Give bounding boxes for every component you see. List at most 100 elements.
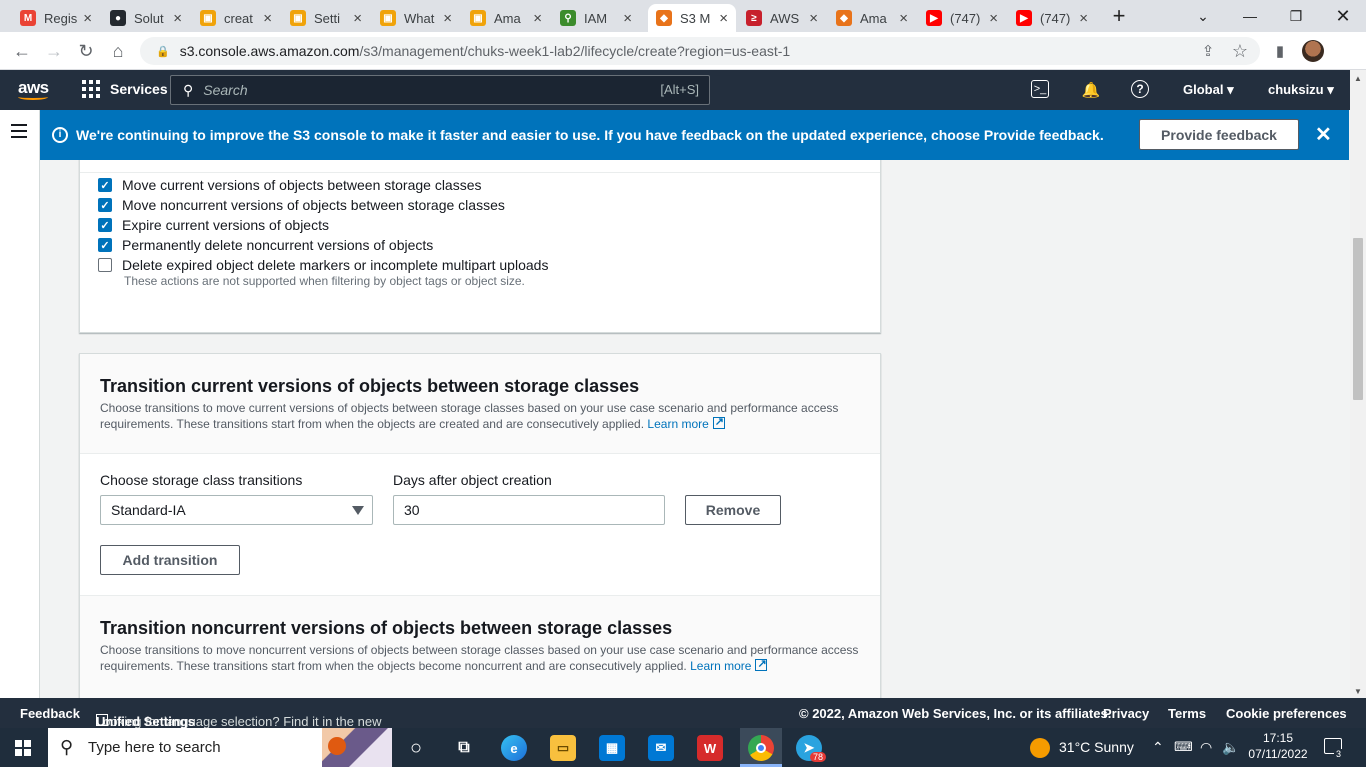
checkbox-unchecked[interactable]	[98, 258, 112, 272]
tab-close-icon[interactable]: ×	[623, 10, 632, 27]
browser-tab[interactable]: ▣ creat ×	[192, 4, 280, 32]
remove-transition-button[interactable]: Remove	[685, 495, 781, 525]
mail-icon[interactable]: ✉	[648, 735, 674, 761]
tab-close-icon[interactable]: ×	[533, 10, 542, 27]
task-view-icon[interactable]: ⧉	[451, 735, 477, 761]
tab-close-icon[interactable]: ×	[719, 10, 728, 27]
account-menu[interactable]: chuksizu ▾	[1268, 82, 1334, 98]
telegram-badge: 78	[810, 752, 827, 762]
scrollbar-thumb[interactable]	[1353, 238, 1363, 400]
tab-close-icon[interactable]: ×	[989, 10, 998, 27]
aws-logo[interactable]: aws	[18, 78, 49, 100]
storage-class-select[interactable]: Standard-IA	[100, 495, 373, 525]
browser-tab[interactable]: M Regis ×	[12, 4, 100, 32]
back-icon[interactable]: ←	[10, 39, 34, 63]
region-selector[interactable]: Global ▾	[1183, 82, 1234, 98]
page-scrollbar[interactable]: ▲ ▼	[1350, 70, 1366, 698]
tab-close-icon[interactable]: ×	[899, 10, 908, 27]
footer-privacy-link[interactable]: Privacy	[1103, 706, 1149, 721]
weather-text[interactable]: 31°C Sunny	[1059, 739, 1134, 755]
banner-link[interactable]: Provide feedback	[984, 127, 1100, 143]
unified-settings-link[interactable]: Unified Settings	[96, 714, 195, 729]
taskbar-search-input[interactable]: ⚲ Type here to search	[48, 728, 392, 767]
share-icon[interactable]: ⇪	[1196, 39, 1220, 63]
home-icon[interactable]: ⌂	[106, 39, 130, 63]
rule-action-checkbox-row[interactable]: Delete expired object delete markers or …	[98, 257, 548, 273]
banner-close-icon[interactable]: ✕	[1315, 125, 1332, 145]
scroll-down-arrow-icon[interactable]: ▼	[1354, 687, 1362, 696]
browser-tab[interactable]: ⚲ IAM ×	[552, 4, 640, 32]
edge-icon[interactable]: e	[501, 735, 527, 761]
profile-avatar[interactable]	[1302, 40, 1324, 62]
checkbox-checked[interactable]: ✓	[98, 218, 112, 232]
side-panel-icon[interactable]: ▮	[1268, 39, 1292, 63]
network-icon[interactable]: ◠	[1200, 739, 1212, 756]
browser-tab[interactable]: ▶ (747) ×	[918, 4, 1006, 32]
rule-action-checkbox-row[interactable]: ✓ Move current versions of objects betwee…	[98, 177, 482, 193]
transition-noncurrent-learn-more-link[interactable]: Learn more	[690, 656, 768, 673]
console-search-input[interactable]: ⚲ Search [Alt+S]	[170, 75, 710, 105]
windows-start-icon[interactable]	[15, 740, 31, 756]
cloudshell-icon[interactable]: >_	[1031, 80, 1049, 98]
add-transition-button[interactable]: Add transition	[100, 545, 240, 575]
wps-office-icon[interactable]: W	[697, 735, 723, 761]
transition-current-learn-more-link[interactable]: Learn more	[647, 414, 725, 431]
menu-hamburger-icon[interactable]	[11, 124, 27, 142]
browser-tab[interactable]: ▶ (747) ×	[1008, 4, 1096, 32]
rule-action-checkbox-row[interactable]: ✓ Permanently delete noncurrent versions …	[98, 237, 433, 253]
volume-icon[interactable]: 🔈	[1222, 739, 1239, 756]
tab-close-icon[interactable]: ×	[353, 10, 362, 27]
tab-close-icon[interactable]: ×	[809, 10, 818, 27]
taskbar-clock[interactable]: 17:15 07/11/2022	[1248, 731, 1308, 761]
footer-terms-link[interactable]: Terms	[1168, 706, 1206, 721]
tab-close-icon[interactable]: ×	[1079, 10, 1088, 27]
browser-tab[interactable]: ◆ S3 M ×	[648, 4, 736, 32]
input-method-icon[interactable]: ⌨	[1174, 739, 1193, 755]
browser-tab[interactable]: ▣ Setti ×	[282, 4, 370, 32]
tab-close-icon[interactable]: ×	[173, 10, 182, 27]
rule-action-checkbox-row[interactable]: ✓ Move noncurrent versions of objects bet…	[98, 197, 505, 213]
restore-icon[interactable]: ❐	[1273, 0, 1319, 32]
browser-tab[interactable]: ▣ What ×	[372, 4, 460, 32]
browser-tab[interactable]: ◆ Ama ×	[828, 4, 916, 32]
tray-chevron-icon[interactable]: ⌃	[1152, 739, 1164, 756]
days-after-creation-value: 30	[404, 502, 420, 518]
tab-close-icon[interactable]: ×	[263, 10, 272, 27]
tab-close-icon[interactable]: ×	[443, 10, 452, 27]
checkbox-checked[interactable]: ✓	[98, 198, 112, 212]
checkbox-checked[interactable]: ✓	[98, 238, 112, 252]
rule-action-checkbox-row[interactable]: ✓ Expire current versions of objects	[98, 217, 329, 233]
chrome-taskbar-button[interactable]	[740, 728, 782, 767]
url-field[interactable]: 🔒 s3.console.aws.amazon.com/s3/managemen…	[140, 37, 1260, 65]
forward-icon[interactable]: →	[42, 39, 66, 63]
notifications-bell-icon[interactable]: 🔔	[1081, 80, 1101, 100]
minimize-icon[interactable]: —	[1227, 0, 1273, 32]
browser-tab[interactable]: ▣ Ama ×	[462, 4, 550, 32]
browser-tab[interactable]: ● Solut ×	[102, 4, 190, 32]
side-navigation-collapsed	[0, 110, 40, 698]
provide-feedback-button[interactable]: Provide feedback	[1139, 119, 1299, 150]
bookmark-star-icon[interactable]: ☆	[1228, 39, 1252, 63]
scroll-up-arrow-icon[interactable]: ▲	[1354, 74, 1362, 83]
info-icon: i	[52, 127, 68, 143]
microsoft-store-icon[interactable]: ▦	[599, 735, 625, 761]
reload-icon[interactable]: ↻	[74, 39, 98, 63]
tab-search-icon[interactable]: ⌄	[1180, 0, 1226, 32]
chrome-icon	[748, 735, 774, 761]
browser-tab[interactable]: ≥ AWS ×	[738, 4, 826, 32]
learn-more-label: Learn more	[690, 659, 752, 673]
cortana-icon[interactable]: ○	[403, 735, 429, 761]
checkbox-checked[interactable]: ✓	[98, 178, 112, 192]
tab-close-icon[interactable]: ×	[83, 10, 92, 27]
browser-tab-title: Ama	[494, 10, 521, 26]
browser-tab-title: Ama	[860, 10, 887, 26]
footer-feedback-link[interactable]: Feedback	[20, 706, 80, 721]
help-icon[interactable]: ?	[1131, 80, 1149, 98]
days-after-creation-input[interactable]: 30	[393, 495, 665, 525]
file-explorer-icon[interactable]: ▭	[550, 735, 576, 761]
services-menu[interactable]: Services	[82, 80, 168, 98]
footer-cookie-preferences-link[interactable]: Cookie preferences	[1226, 706, 1347, 721]
weather-sun-icon[interactable]	[1030, 738, 1050, 758]
new-tab-icon[interactable]: +	[1096, 0, 1142, 32]
window-close-icon[interactable]: ✕	[1320, 0, 1366, 32]
